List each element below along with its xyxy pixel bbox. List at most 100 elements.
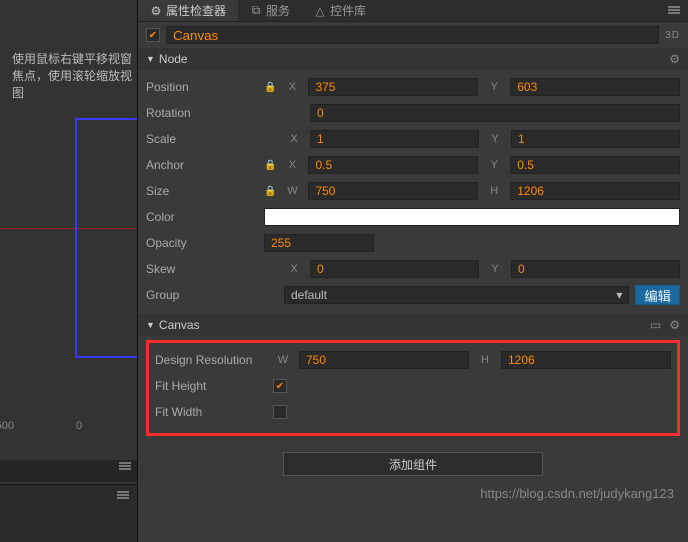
group-edit-button[interactable]: 编辑 (635, 285, 680, 305)
opacity-input[interactable] (264, 234, 374, 252)
row-group: Group default ▾ 编辑 (146, 282, 680, 308)
watermark-text: https://blog.csdn.net/judykang123 (138, 478, 688, 501)
tab-library[interactable]: △ 控件库 (302, 0, 378, 21)
design-resolution-w-input[interactable] (299, 351, 469, 369)
caret-down-icon: ▼ (146, 320, 155, 330)
viewport-hint: 使用鼠标右键平移视窗焦点，使用滚轮缩放视图 (12, 50, 137, 101)
color-swatch[interactable] (264, 208, 680, 226)
chevron-down-icon: ▾ (616, 288, 622, 302)
viewport-footer (0, 460, 137, 482)
label-scale: Scale (146, 132, 258, 146)
label-group: Group (146, 288, 258, 302)
row-opacity: Opacity (146, 230, 680, 256)
label-rotation: Rotation (146, 106, 258, 120)
lock-icon[interactable]: 🔒 (264, 160, 276, 171)
row-position: Position 🔒 X Y (146, 74, 680, 100)
label-fit-width: Fit Width (155, 405, 267, 419)
section-header-canvas[interactable]: ▼ Canvas ▭ ⚙ (138, 314, 688, 336)
label-size: Size (146, 184, 258, 198)
triangle-icon: △ (314, 5, 326, 17)
row-fit-height: Fit Height (155, 373, 671, 399)
row-size: Size 🔒 W H (146, 178, 680, 204)
caret-down-icon: ▼ (146, 54, 155, 64)
link-icon: ⧉ (250, 5, 262, 17)
anchor-x-input[interactable] (308, 156, 478, 174)
tab-services[interactable]: ⧉ 服务 (238, 0, 302, 21)
section-title: Node (159, 52, 188, 66)
axis-label-h: H (484, 185, 504, 197)
row-design-resolution: Design Resolution W H (155, 347, 671, 373)
toggle-3d-button[interactable]: 3D (665, 30, 680, 41)
axis-label-x: X (284, 133, 304, 145)
tab-label: 控件库 (330, 2, 366, 19)
ruler: -500 0 500 1,00 (0, 420, 137, 438)
size-w-input[interactable] (308, 182, 478, 200)
label-opacity: Opacity (146, 236, 258, 250)
gear-icon: ⚙ (150, 5, 162, 17)
tab-label: 属性检查器 (166, 2, 226, 19)
section-header-node[interactable]: ▼ Node ⚙ (138, 48, 688, 70)
gear-icon[interactable]: ⚙ (669, 318, 680, 332)
node-active-checkbox[interactable] (146, 28, 160, 42)
highlight-box: Design Resolution W H Fit Height Fit Wid… (146, 340, 680, 436)
panel-menu-icon[interactable] (668, 4, 688, 18)
axis-label-y: Y (485, 133, 505, 145)
node-header: 3D (138, 22, 688, 48)
design-resolution-h-input[interactable] (501, 351, 671, 369)
inspector-panel: ⚙ 属性检查器 ⧉ 服务 △ 控件库 3D ▼ Node ⚙ (138, 0, 688, 542)
node-section-body: Position 🔒 X Y Rotation Scale X Y (138, 70, 688, 314)
panel-menu-icon[interactable] (119, 461, 131, 471)
panel-menu-icon[interactable] (117, 490, 129, 500)
label-skew: Skew (146, 262, 258, 276)
add-component-label: 添加组件 (389, 456, 437, 473)
fit-width-checkbox[interactable] (273, 405, 287, 419)
axis-label-h: H (475, 354, 495, 366)
label-anchor: Anchor (146, 158, 258, 172)
axis-label-x: X (282, 159, 302, 171)
scene-viewport[interactable]: 使用鼠标右键平移视窗焦点，使用滚轮缩放视图 -500 0 500 1,00 (0, 0, 138, 542)
scale-x-input[interactable] (310, 130, 479, 148)
position-y-input[interactable] (510, 78, 680, 96)
ruler-tick: 0 (76, 420, 82, 432)
skew-x-input[interactable] (310, 260, 479, 278)
row-fit-width: Fit Width (155, 399, 671, 425)
help-icon[interactable]: ▭ (650, 318, 661, 332)
row-scale: Scale X Y (146, 126, 680, 152)
skew-y-input[interactable] (511, 260, 680, 278)
label-fit-height: Fit Height (155, 379, 267, 393)
row-anchor: Anchor 🔒 X Y (146, 152, 680, 178)
node-name-input[interactable] (166, 26, 659, 44)
axis-label-w: W (282, 185, 302, 197)
label-position: Position (146, 80, 258, 94)
label-design-resolution: Design Resolution (155, 353, 267, 367)
scale-y-input[interactable] (511, 130, 680, 148)
ruler-tick: -500 (0, 420, 14, 432)
canvas-bounds-rect[interactable] (75, 118, 138, 358)
axis-label-y: Y (484, 159, 504, 171)
row-color: Color (146, 204, 680, 230)
lock-icon[interactable]: 🔒 (264, 186, 276, 197)
inspector-tabs: ⚙ 属性检查器 ⧉ 服务 △ 控件库 (138, 0, 688, 22)
axis-label-y: Y (485, 263, 505, 275)
tab-inspector[interactable]: ⚙ 属性检查器 (138, 0, 238, 21)
size-h-input[interactable] (510, 182, 680, 200)
group-select[interactable]: default ▾ (284, 286, 629, 304)
fit-height-checkbox[interactable] (273, 379, 287, 393)
row-rotation: Rotation (146, 100, 680, 126)
group-select-value: default (291, 288, 327, 302)
row-skew: Skew X Y (146, 256, 680, 282)
anchor-y-input[interactable] (510, 156, 680, 174)
bottom-panel (0, 484, 137, 542)
axis-label-w: W (273, 354, 293, 366)
lock-icon[interactable]: 🔒 (264, 82, 276, 93)
axis-label-x: X (282, 81, 302, 93)
axis-label-x: X (284, 263, 304, 275)
section-title: Canvas (159, 318, 200, 332)
label-color: Color (146, 210, 258, 224)
canvas-section-body: Design Resolution W H Fit Height Fit Wid… (138, 336, 688, 442)
position-x-input[interactable] (308, 78, 478, 96)
add-component-button[interactable]: 添加组件 (283, 452, 543, 476)
tab-label: 服务 (266, 2, 290, 19)
gear-icon[interactable]: ⚙ (669, 52, 680, 66)
rotation-input[interactable] (310, 104, 680, 122)
